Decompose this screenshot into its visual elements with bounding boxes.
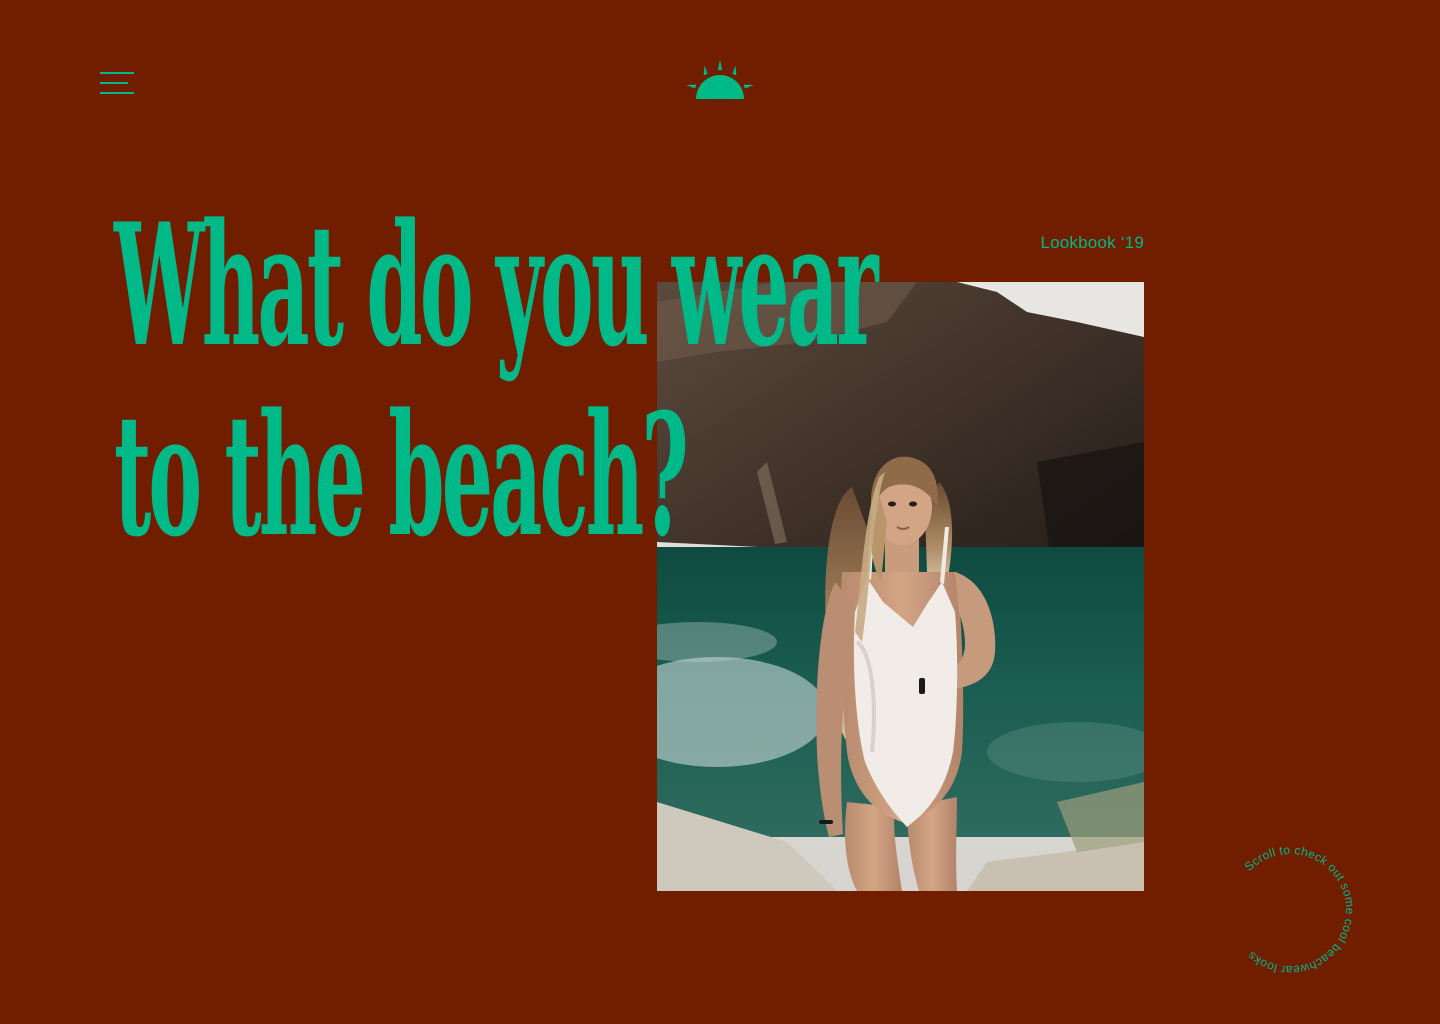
headline-line-2: to the beach? (114, 376, 689, 574)
circular-text-badge: Scroll to check out some cool beachwear … (1242, 843, 1357, 977)
menu-button[interactable] (100, 72, 136, 96)
logo[interactable] (684, 58, 756, 102)
headline-line-1: What do you wear (114, 186, 879, 384)
hamburger-menu-icon (100, 72, 134, 74)
headline: What do you wear to the beach? (114, 186, 879, 574)
lookbook-label: Lookbook ‘19 (1040, 233, 1144, 252)
scroll-cue-text: Scroll to check out some cool beachwear … (1242, 843, 1357, 977)
rising-sun-icon (686, 60, 754, 99)
scroll-cue[interactable]: Scroll to check out some cool beachwear … (1222, 842, 1358, 978)
